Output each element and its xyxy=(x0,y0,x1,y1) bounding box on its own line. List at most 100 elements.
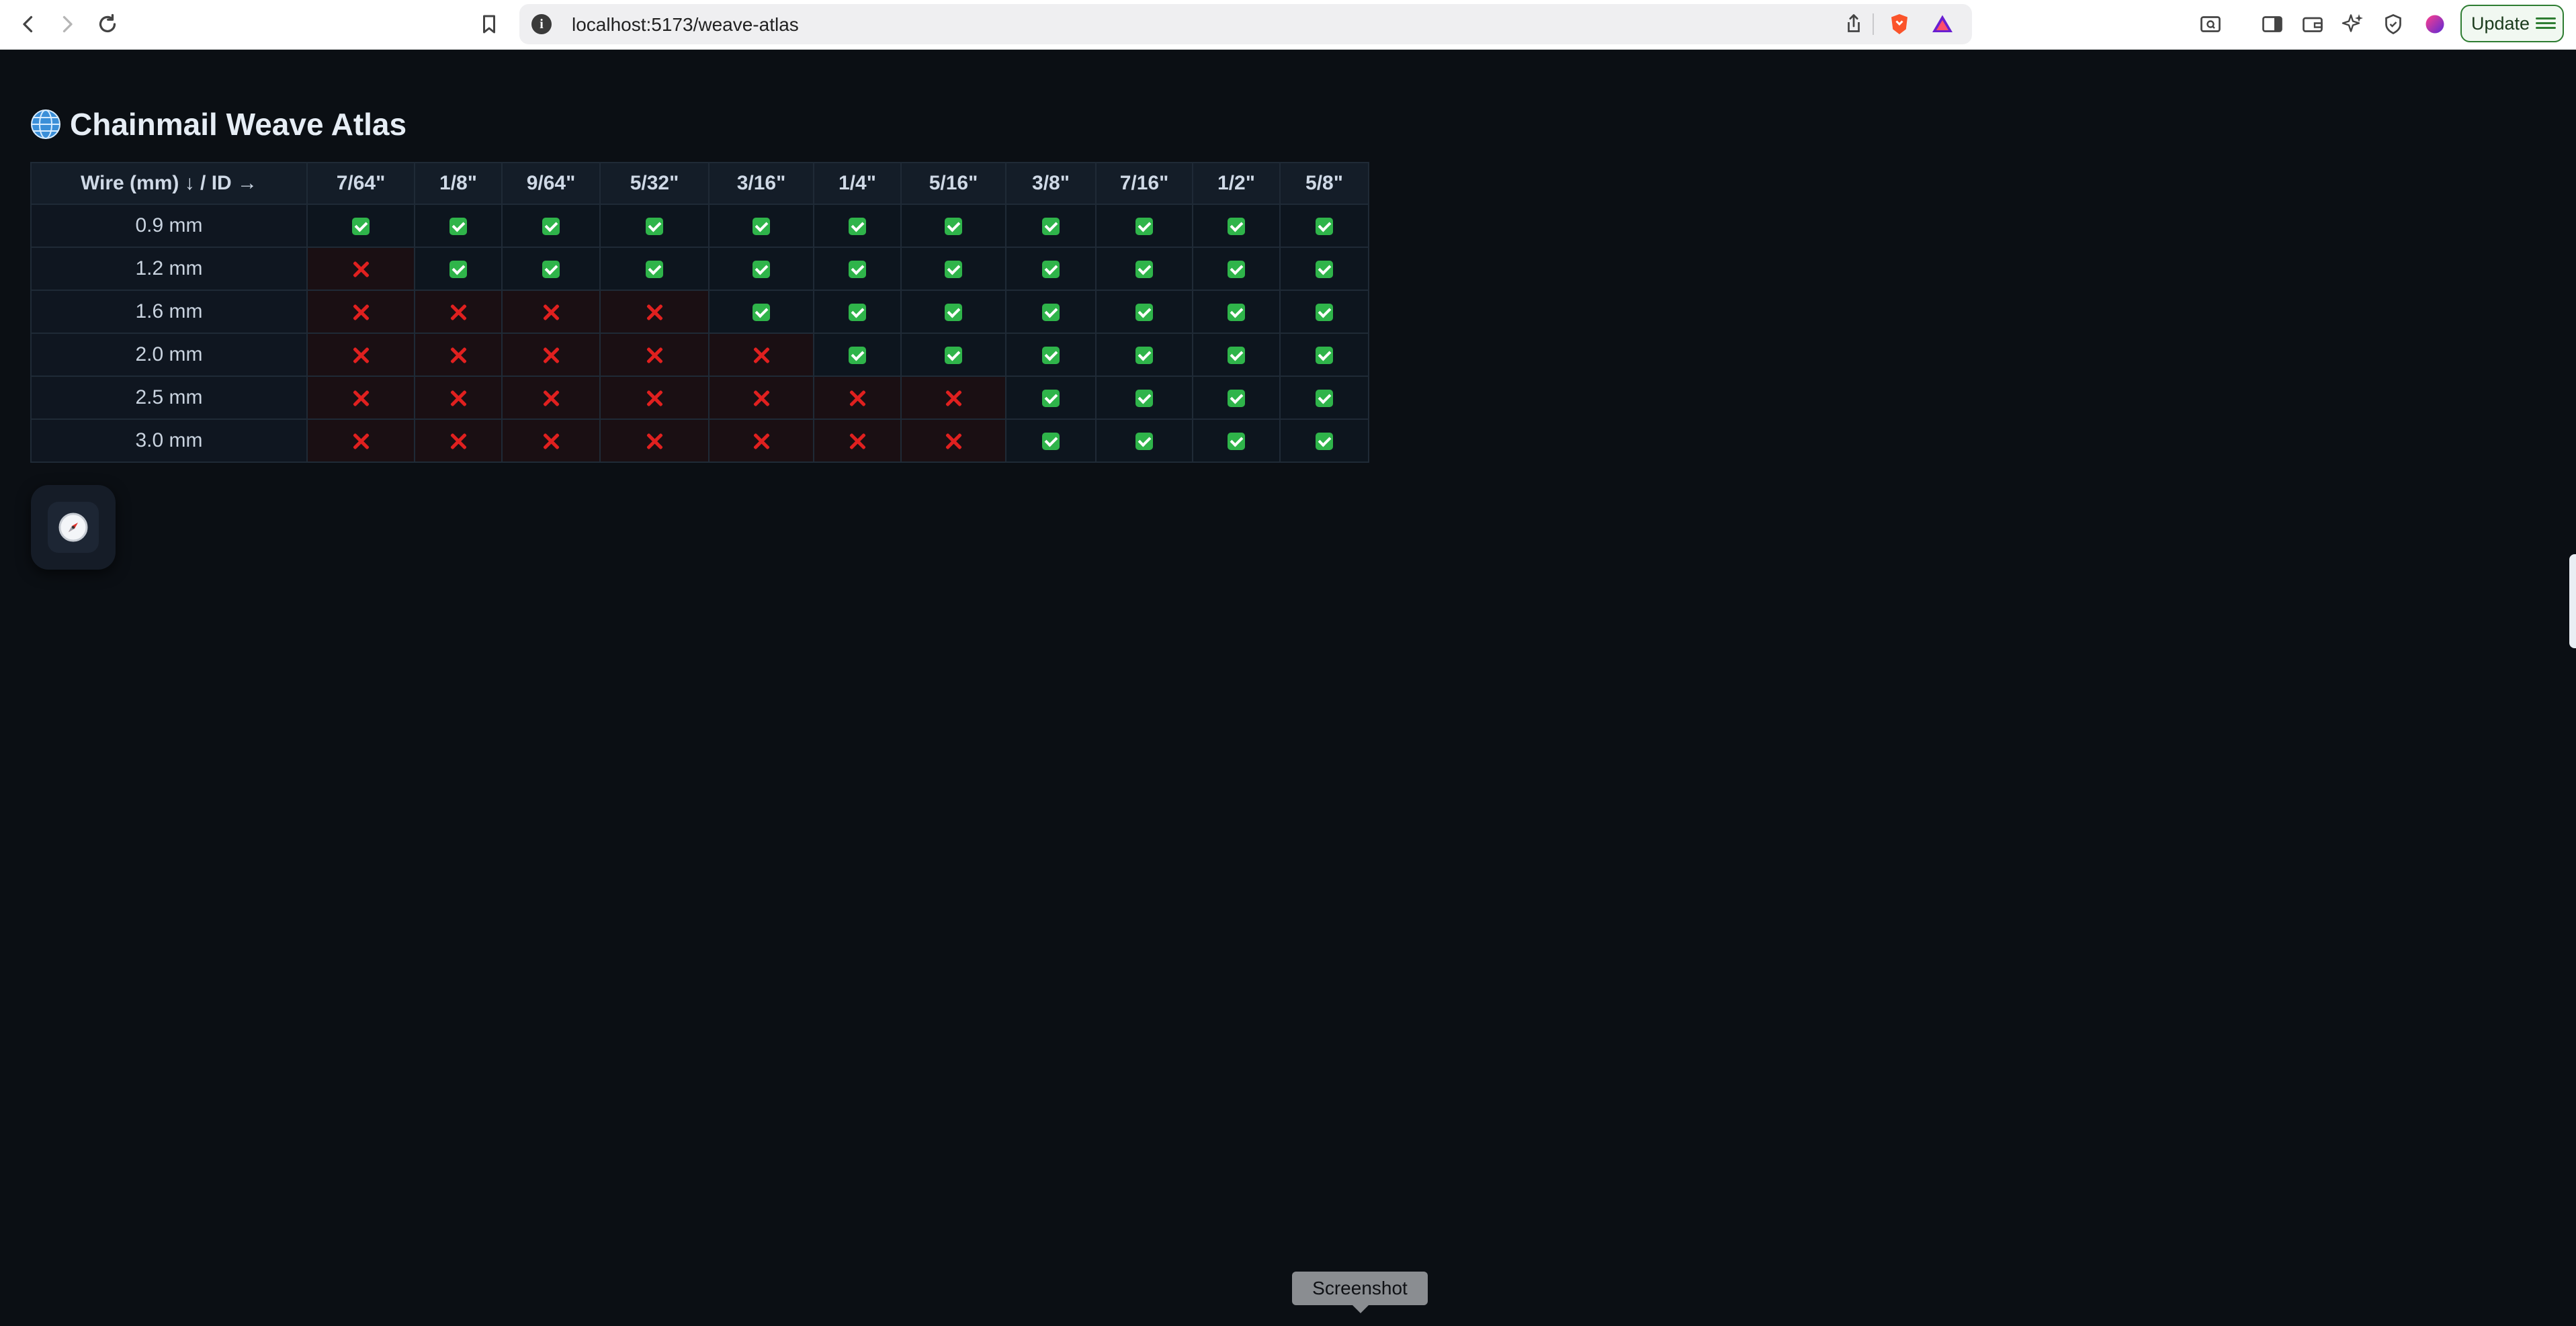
table-cell xyxy=(1095,375,1193,420)
table-body: 0.9 mm 1.2 mm 1.6 mm 2.0 mm 2.5 mm 3.0 mm xyxy=(30,204,1369,463)
cross-mark-icon xyxy=(541,431,561,451)
cross-mark-icon xyxy=(847,388,867,408)
cross-mark-icon xyxy=(448,431,468,451)
column-header: 1/2" xyxy=(1192,162,1281,205)
table-cell xyxy=(1192,204,1281,248)
cross-mark-icon xyxy=(644,388,664,408)
page-title-text: Chainmail Weave Atlas xyxy=(70,107,407,142)
check-box-icon xyxy=(1042,347,1060,365)
table-header-row: Wire (mm) ↓ / ID → 7/64" 1/8" 9/64" 5/32" 3/… xyxy=(30,162,1369,205)
update-button[interactable]: Update xyxy=(2460,5,2564,42)
vpn-shield-icon[interactable] xyxy=(2376,7,2411,42)
check-box-icon xyxy=(945,218,962,236)
column-header: 7/64" xyxy=(306,162,415,205)
table-cell xyxy=(306,204,415,248)
table-cell xyxy=(1192,290,1281,334)
check-box-icon xyxy=(1316,433,1333,451)
row-header-wire: 2.5 mm xyxy=(30,375,308,420)
row-header-wire: 1.2 mm xyxy=(30,247,308,291)
forward-icon[interactable] xyxy=(50,7,85,42)
check-box-icon xyxy=(646,261,663,279)
check-box-icon xyxy=(849,347,866,365)
table-cell xyxy=(1095,204,1193,248)
table-cell xyxy=(599,375,710,420)
check-box-icon xyxy=(1316,261,1333,279)
check-box-icon xyxy=(1042,433,1060,451)
table-cell xyxy=(1192,333,1281,377)
check-box-icon xyxy=(1135,218,1153,236)
row-header-wire: 3.0 mm xyxy=(30,418,308,463)
reload-icon[interactable] xyxy=(90,7,125,42)
leo-ai-icon[interactable] xyxy=(2335,7,2370,42)
tooltip-text: Screenshot xyxy=(1312,1278,1408,1298)
table-cell xyxy=(1279,333,1369,377)
check-box-icon xyxy=(753,261,770,279)
table-cell xyxy=(708,204,814,248)
check-box-icon xyxy=(849,218,866,236)
table-cell xyxy=(1005,290,1097,334)
cross-mark-icon xyxy=(751,431,771,451)
table-cell xyxy=(708,418,814,463)
cross-mark-icon xyxy=(943,388,963,408)
cross-mark-icon xyxy=(351,302,371,322)
cross-mark-icon xyxy=(751,388,771,408)
check-box-icon xyxy=(945,304,962,322)
check-box-icon xyxy=(849,304,866,322)
cross-mark-icon xyxy=(448,388,468,408)
brave-rewards-icon[interactable] xyxy=(1930,12,1955,36)
check-box-icon xyxy=(1135,304,1153,322)
table-row: 2.5 mm xyxy=(30,375,1369,420)
tab-search-icon[interactable] xyxy=(2193,7,2228,42)
table-cell xyxy=(599,247,710,291)
table-cell xyxy=(708,333,814,377)
table-cell xyxy=(708,375,814,420)
check-box-icon xyxy=(1228,433,1245,451)
bookmark-icon[interactable] xyxy=(472,7,507,42)
table-cell xyxy=(1279,204,1369,248)
table-cell xyxy=(1279,247,1369,291)
check-box-icon xyxy=(542,218,560,236)
column-header: 3/8" xyxy=(1005,162,1097,205)
check-box-icon xyxy=(542,261,560,279)
table-cell xyxy=(813,290,902,334)
table-cell xyxy=(813,333,902,377)
table-cell xyxy=(501,204,601,248)
column-header: 1/4" xyxy=(813,162,902,205)
wallet-icon[interactable] xyxy=(2295,7,2330,42)
row-header-wire: 0.9 mm xyxy=(30,204,308,248)
url-text[interactable]: localhost:5173/weave-atlas xyxy=(572,14,799,36)
back-icon[interactable] xyxy=(11,7,46,42)
check-box-icon xyxy=(753,304,770,322)
check-box-icon xyxy=(1042,304,1060,322)
table-cell xyxy=(1095,290,1193,334)
table-cell xyxy=(1095,247,1193,291)
cross-mark-icon xyxy=(644,345,664,365)
fab-inner xyxy=(48,502,99,553)
cross-mark-icon xyxy=(644,431,664,451)
profile-avatar-icon[interactable] xyxy=(2417,7,2452,42)
address-bar[interactable]: i localhost:5173/weave-atlas xyxy=(519,4,1972,44)
table-cell xyxy=(501,418,601,463)
share-icon[interactable] xyxy=(1842,12,1866,36)
brave-shield-icon[interactable] xyxy=(1887,12,1912,36)
table-cell xyxy=(501,290,601,334)
cross-mark-icon xyxy=(448,302,468,322)
table-row: 0.9 mm xyxy=(30,204,1369,248)
page-title: Chainmail Weave Atlas xyxy=(30,103,406,146)
cross-mark-icon xyxy=(351,431,371,451)
check-box-icon xyxy=(1135,390,1153,408)
column-header: 3/16" xyxy=(708,162,814,205)
table-cell xyxy=(501,247,601,291)
side-panel-handle[interactable] xyxy=(2569,554,2576,648)
table-cell xyxy=(1192,418,1281,463)
table-cell xyxy=(1279,375,1369,420)
check-box-icon xyxy=(849,261,866,279)
table-row: 1.2 mm xyxy=(30,247,1369,291)
sidebar-toggle-icon[interactable] xyxy=(2255,7,2290,42)
table-cell xyxy=(1279,418,1369,463)
site-info-icon[interactable]: i xyxy=(531,14,552,34)
floating-action-button[interactable] xyxy=(31,485,116,570)
table-cell xyxy=(900,333,1006,377)
update-button-label: Update xyxy=(2471,13,2530,34)
table-cell xyxy=(813,418,902,463)
